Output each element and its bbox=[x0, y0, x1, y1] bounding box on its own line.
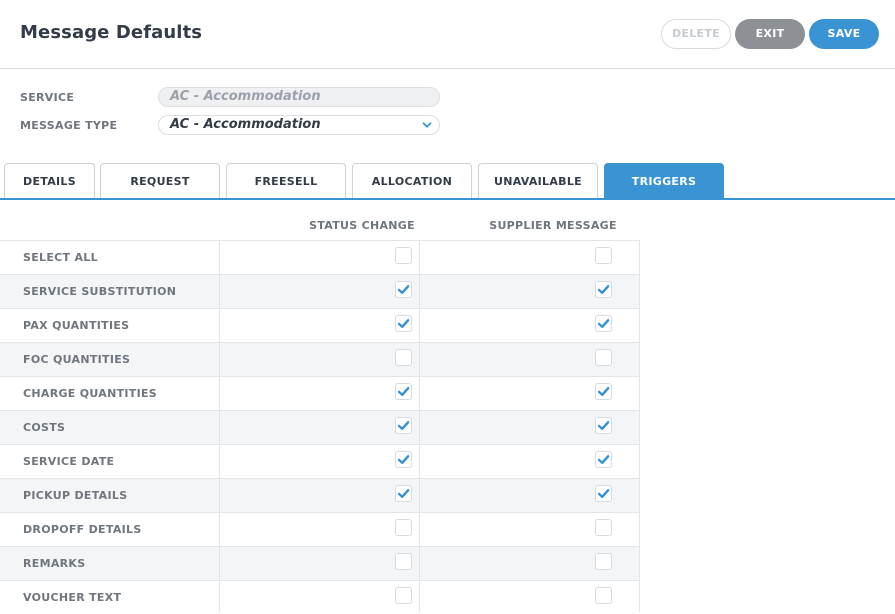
table-row: VOUCHER TEXT bbox=[0, 580, 640, 614]
tab-details[interactable]: DETAILS bbox=[4, 163, 95, 199]
service-label: SERVICE bbox=[20, 91, 75, 104]
row-label: VOUCHER TEXT bbox=[23, 591, 122, 604]
status-change-checkbox[interactable] bbox=[395, 315, 412, 332]
check-icon bbox=[397, 319, 410, 328]
status-change-checkbox[interactable] bbox=[395, 281, 412, 298]
tab-triggers[interactable]: TRIGGERS bbox=[604, 163, 724, 199]
table-row: REMARKS bbox=[0, 546, 640, 580]
check-icon bbox=[397, 285, 410, 294]
supplier-message-checkbox[interactable] bbox=[595, 247, 612, 264]
check-icon bbox=[397, 455, 410, 464]
supplier-message-column-header: SUPPLIER MESSAGE bbox=[489, 219, 617, 232]
tabs-underline bbox=[0, 198, 895, 200]
status-change-column-header: STATUS CHANGE bbox=[309, 219, 415, 232]
row-label: REMARKS bbox=[23, 557, 86, 570]
supplier-message-checkbox[interactable] bbox=[595, 485, 612, 502]
status-change-checkbox[interactable] bbox=[395, 349, 412, 366]
status-change-checkbox[interactable] bbox=[395, 553, 412, 570]
status-change-checkbox[interactable] bbox=[395, 247, 412, 264]
check-icon bbox=[597, 421, 610, 430]
triggers-table: SELECT ALL SERVICE SUBSTITUTION PAX QUANTI… bbox=[0, 240, 640, 614]
tab-allocation[interactable]: ALLOCATION bbox=[352, 163, 472, 199]
table-row: SERVICE DATE bbox=[0, 444, 640, 478]
supplier-message-checkbox[interactable] bbox=[595, 553, 612, 570]
message-type-label: MESSAGE TYPE bbox=[20, 119, 118, 132]
table-row: FOC QUANTITIES bbox=[0, 342, 640, 376]
row-label: CHARGE QUANTITIES bbox=[23, 387, 158, 400]
message-type-select[interactable]: AC - Accommodation bbox=[158, 115, 440, 135]
check-icon bbox=[397, 387, 410, 396]
table-row: CHARGE QUANTITIES bbox=[0, 376, 640, 410]
supplier-message-checkbox[interactable] bbox=[595, 519, 612, 536]
supplier-message-checkbox[interactable] bbox=[595, 315, 612, 332]
row-label: PAX QUANTITIES bbox=[23, 319, 130, 332]
service-field: AC - Accommodation bbox=[158, 87, 440, 107]
supplier-message-checkbox[interactable] bbox=[595, 349, 612, 366]
save-button[interactable]: SAVE bbox=[809, 19, 879, 49]
check-icon bbox=[597, 285, 610, 294]
row-label: SERVICE SUBSTITUTION bbox=[23, 285, 177, 298]
check-icon bbox=[397, 489, 410, 498]
status-change-checkbox[interactable] bbox=[395, 485, 412, 502]
page-header: Message Defaults DELETE EXIT SAVE bbox=[0, 0, 895, 69]
table-row: SELECT ALL bbox=[0, 240, 640, 274]
status-change-checkbox[interactable] bbox=[395, 383, 412, 400]
status-change-checkbox[interactable] bbox=[395, 519, 412, 536]
supplier-message-checkbox[interactable] bbox=[595, 587, 612, 604]
status-change-checkbox[interactable] bbox=[395, 417, 412, 434]
exit-button[interactable]: EXIT bbox=[735, 19, 805, 49]
table-row: COSTS bbox=[0, 410, 640, 444]
chevron-down-icon bbox=[422, 122, 432, 128]
supplier-message-checkbox[interactable] bbox=[595, 451, 612, 468]
page-title: Message Defaults bbox=[20, 22, 203, 43]
supplier-message-checkbox[interactable] bbox=[595, 281, 612, 298]
row-label: DROPOFF DETAILS bbox=[23, 523, 142, 536]
supplier-message-checkbox[interactable] bbox=[595, 383, 612, 400]
column-divider bbox=[219, 240, 220, 612]
row-label: SELECT ALL bbox=[23, 251, 98, 264]
row-label: FOC QUANTITIES bbox=[23, 353, 131, 366]
check-icon bbox=[597, 455, 610, 464]
supplier-message-checkbox[interactable] bbox=[595, 417, 612, 434]
row-label: COSTS bbox=[23, 421, 66, 434]
tab-unavailable[interactable]: UNAVAILABLE bbox=[478, 163, 598, 199]
row-label: SERVICE DATE bbox=[23, 455, 115, 468]
message-type-value: AC - Accommodation bbox=[170, 117, 321, 132]
column-divider bbox=[419, 240, 420, 612]
check-icon bbox=[597, 387, 610, 396]
check-icon bbox=[597, 319, 610, 328]
column-divider bbox=[639, 240, 640, 612]
table-row: DROPOFF DETAILS bbox=[0, 512, 640, 546]
check-icon bbox=[397, 421, 410, 430]
table-row: PAX QUANTITIES bbox=[0, 308, 640, 342]
table-row: PICKUP DETAILS bbox=[0, 478, 640, 512]
row-label: PICKUP DETAILS bbox=[23, 489, 128, 502]
status-change-checkbox[interactable] bbox=[395, 587, 412, 604]
table-row: SERVICE SUBSTITUTION bbox=[0, 274, 640, 308]
status-change-checkbox[interactable] bbox=[395, 451, 412, 468]
delete-button[interactable]: DELETE bbox=[661, 19, 731, 49]
tab-freesell[interactable]: FREESELL bbox=[226, 163, 346, 199]
tab-request[interactable]: REQUEST bbox=[100, 163, 220, 199]
check-icon bbox=[597, 489, 610, 498]
